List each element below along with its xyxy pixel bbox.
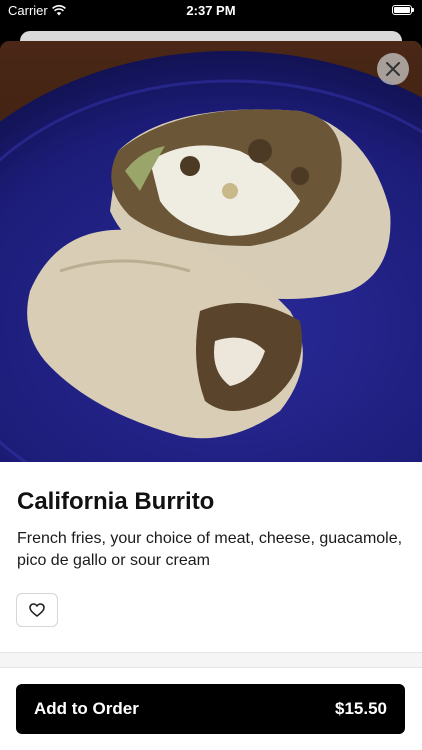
favorite-button[interactable]	[16, 593, 58, 627]
item-info: California Burrito French fries, your ch…	[17, 488, 407, 572]
burrito-image	[0, 41, 422, 462]
status-bar: Carrier 2:37 PM	[0, 0, 422, 22]
section-divider	[0, 667, 422, 668]
add-to-order-button[interactable]: Add to Order $15.50	[16, 684, 405, 734]
item-title: California Burrito	[17, 488, 215, 515]
add-to-order-label: Add to Order	[34, 699, 139, 718]
close-button[interactable]	[377, 53, 409, 85]
close-icon	[386, 62, 400, 76]
status-time: 2:37 PM	[186, 3, 236, 18]
item-photo	[0, 41, 422, 462]
battery-icon	[392, 5, 414, 15]
section-spacer	[0, 653, 422, 667]
item-description: French fries, your choice of meat, chees…	[17, 530, 403, 569]
item-detail-sheet: California Burrito French fries, your ch…	[0, 41, 422, 750]
item-price: $15.50	[335, 699, 387, 718]
heart-icon	[29, 603, 45, 617]
